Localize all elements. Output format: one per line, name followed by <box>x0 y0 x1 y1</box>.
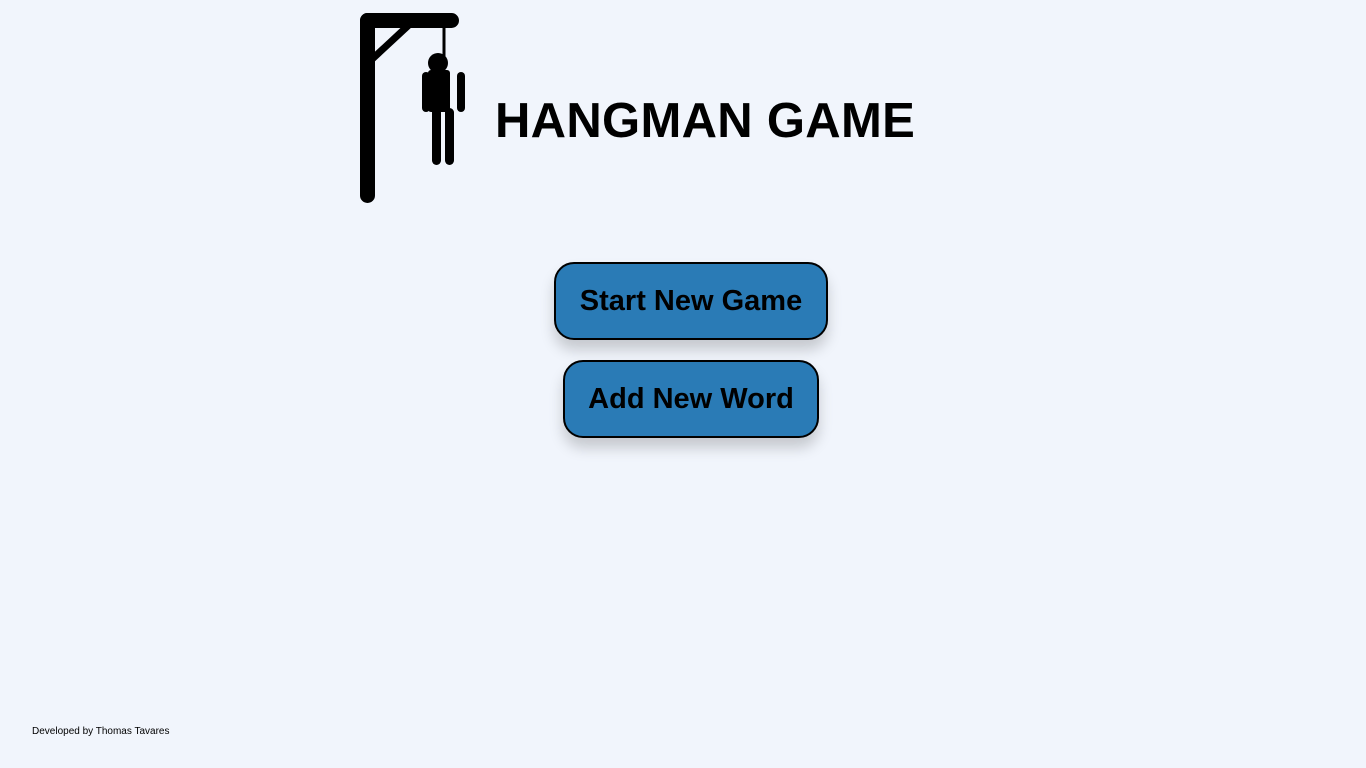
developer-credit: Developed by Thomas Tavares <box>32 726 170 737</box>
start-new-game-button[interactable]: Start New Game <box>554 262 828 340</box>
hangman-gallows-icon <box>360 13 465 203</box>
add-new-word-button[interactable]: Add New Word <box>563 360 819 438</box>
page-title: HANGMAN GAME <box>495 94 916 148</box>
